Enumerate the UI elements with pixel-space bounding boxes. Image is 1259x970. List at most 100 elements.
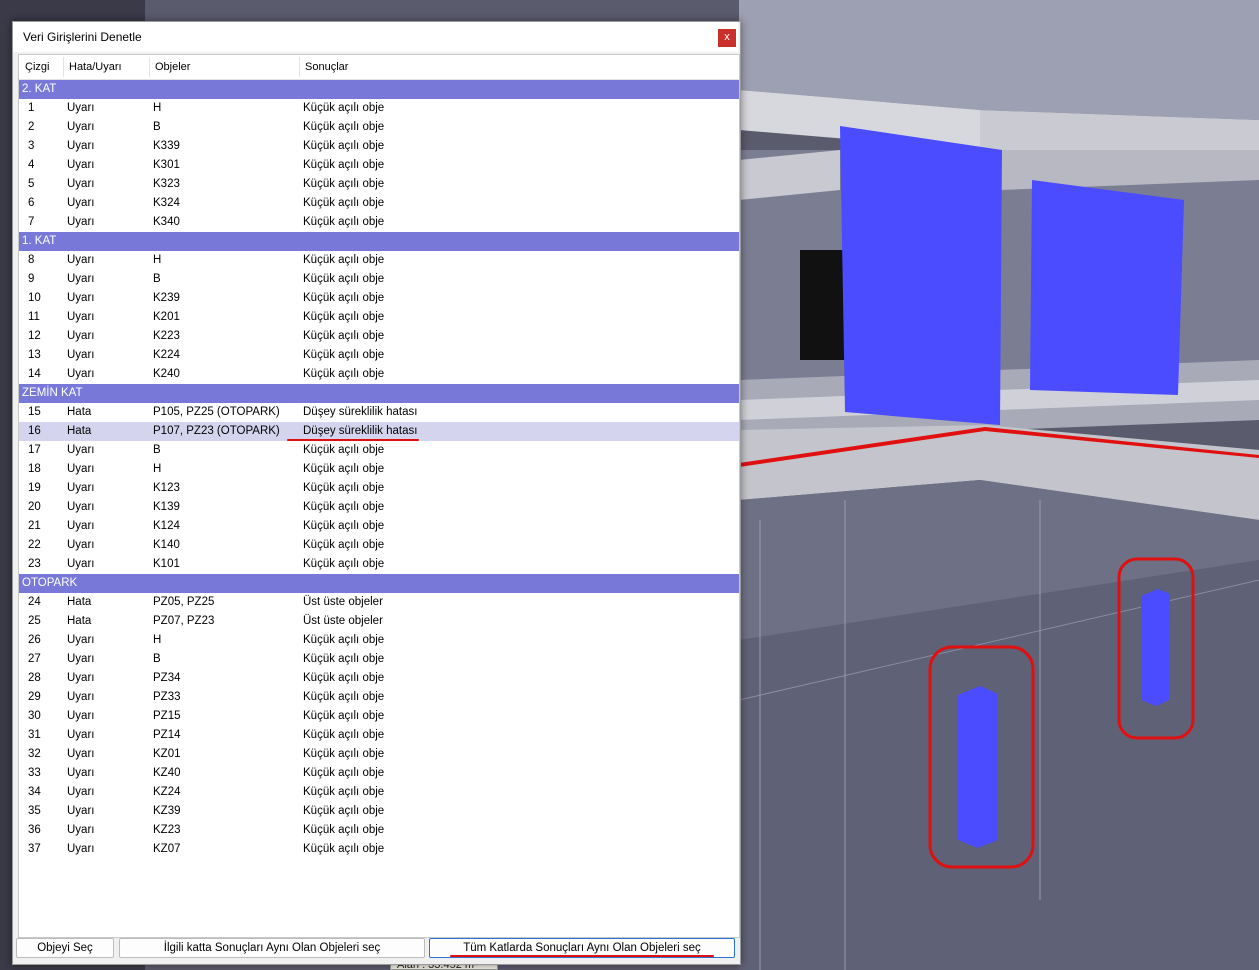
cell-objects: B <box>153 121 161 133</box>
cell-objects: K240 <box>153 368 180 380</box>
cell-result: Üst üste objeler <box>303 596 383 608</box>
table-row[interactable]: 4 Uyarı K301 Küçük açılı obje <box>19 156 739 175</box>
group-header[interactable]: 1. KAT <box>19 232 739 251</box>
table-row[interactable]: 12 Uyarı K223 Küçük açılı obje <box>19 327 739 346</box>
cell-objects: K201 <box>153 311 180 323</box>
cell-type: Uyarı <box>67 102 95 114</box>
cell-type: Uyarı <box>67 292 95 304</box>
cell-objects: H <box>153 634 162 646</box>
cell-type: Uyarı <box>67 330 95 342</box>
cell-result: Küçük açılı obje <box>303 159 385 171</box>
cell-objects: PZ14 <box>153 729 181 741</box>
cell-objects: K123 <box>153 482 180 494</box>
column-objects[interactable]: Objeler <box>155 61 190 73</box>
cell-result: Düşey süreklilik hatası <box>303 406 418 418</box>
cell-objects: K323 <box>153 178 180 190</box>
cell-objects: P105, PZ25 (OTOPARK) <box>153 406 280 418</box>
table-row[interactable]: 30 Uyarı PZ15 Küçük açılı obje <box>19 707 739 726</box>
cell-objects: H <box>153 254 162 266</box>
table-row[interactable]: 19 Uyarı K123 Küçük açılı obje <box>19 479 739 498</box>
table-row[interactable]: 18 Uyarı H Küçük açılı obje <box>19 460 739 479</box>
cell-objects: K101 <box>153 558 180 570</box>
table-row[interactable]: 37 Uyarı KZ07 Küçük açılı obje <box>19 840 739 859</box>
group-header[interactable]: OTOPARK <box>19 574 739 593</box>
table-row[interactable]: 13 Uyarı K224 Küçük açılı obje <box>19 346 739 365</box>
column-type[interactable]: Hata/Uyarı <box>69 61 122 73</box>
column-line[interactable]: Çizgi <box>25 61 49 73</box>
table-row[interactable]: 7 Uyarı K340 Küçük açılı obje <box>19 213 739 232</box>
table-row[interactable]: 35 Uyarı KZ39 Küçük açılı obje <box>19 802 739 821</box>
cell-objects: B <box>153 444 161 456</box>
cell-result: Küçük açılı obje <box>303 501 385 513</box>
cell-line: 24 <box>28 596 41 608</box>
table-row[interactable]: 32 Uyarı KZ01 Küçük açılı obje <box>19 745 739 764</box>
column-results[interactable]: Sonuçlar <box>305 61 348 73</box>
table-row[interactable]: 5 Uyarı K323 Küçük açılı obje <box>19 175 739 194</box>
cell-line: 15 <box>28 406 41 418</box>
table-row[interactable]: 26 Uyarı H Küçük açılı obje <box>19 631 739 650</box>
cell-result: Küçük açılı obje <box>303 463 385 475</box>
table-row[interactable]: 9 Uyarı B Küçük açılı obje <box>19 270 739 289</box>
table-row[interactable]: 6 Uyarı K324 Küçük açılı obje <box>19 194 739 213</box>
table-row[interactable]: 25 Hata PZ07, PZ23 Üst üste objeler <box>19 612 739 631</box>
table-row[interactable]: 29 Uyarı PZ33 Küçük açılı obje <box>19 688 739 707</box>
cell-result: Küçük açılı obje <box>303 311 385 323</box>
table-row[interactable]: 11 Uyarı K201 Küçük açılı obje <box>19 308 739 327</box>
cell-objects: K340 <box>153 216 180 228</box>
table-row[interactable]: 22 Uyarı K140 Küçük açılı obje <box>19 536 739 555</box>
cell-type: Uyarı <box>67 159 95 171</box>
table-row[interactable]: 2 Uyarı B Küçük açılı obje <box>19 118 739 137</box>
cell-result: Küçük açılı obje <box>303 691 385 703</box>
table-row[interactable]: 36 Uyarı KZ23 Küçük açılı obje <box>19 821 739 840</box>
cell-type: Hata <box>67 615 92 627</box>
cell-objects: K239 <box>153 292 180 304</box>
cell-result: Küçük açılı obje <box>303 273 385 285</box>
cell-type: Uyarı <box>67 140 95 152</box>
table-row[interactable]: 34 Uyarı KZ24 Küçük açılı obje <box>19 783 739 802</box>
cell-result: Küçük açılı obje <box>303 178 385 190</box>
cell-line: 19 <box>28 482 41 494</box>
table-row[interactable]: 3 Uyarı K339 Küçük açılı obje <box>19 137 739 156</box>
cell-line: 20 <box>28 501 41 513</box>
table-row[interactable]: 27 Uyarı B Küçük açılı obje <box>19 650 739 669</box>
table-row[interactable]: 20 Uyarı K139 Küçük açılı obje <box>19 498 739 517</box>
cell-objects: K224 <box>153 349 180 361</box>
table-row[interactable]: 21 Uyarı K124 Küçük açılı obje <box>19 517 739 536</box>
group-header[interactable]: 2. KAT <box>19 80 739 99</box>
table-row[interactable]: 14 Uyarı K240 Küçük açılı obje <box>19 365 739 384</box>
dialog-titlebar[interactable]: Veri Girişlerini Denetle x <box>13 22 738 52</box>
cell-line: 25 <box>28 615 41 627</box>
table-row[interactable]: 10 Uyarı K239 Küçük açılı obje <box>19 289 739 308</box>
table-row[interactable]: 24 Hata PZ05, PZ25 Üst üste objeler <box>19 593 739 612</box>
table-row[interactable]: 23 Uyarı K101 Küçük açılı obje <box>19 555 739 574</box>
table-row[interactable]: 31 Uyarı PZ14 Küçük açılı obje <box>19 726 739 745</box>
cell-line: 16 <box>28 425 41 437</box>
cell-line: 28 <box>28 672 41 684</box>
cell-line: 3 <box>28 140 35 152</box>
cell-line: 1 <box>28 102 35 114</box>
cell-result: Küçük açılı obje <box>303 729 385 741</box>
cell-type: Uyarı <box>67 805 95 817</box>
table-row[interactable]: 8 Uyarı H Küçük açılı obje <box>19 251 739 270</box>
close-button[interactable]: x <box>718 29 736 47</box>
select-object-button[interactable]: Objeyi Seç <box>16 938 114 958</box>
table-row[interactable]: 28 Uyarı PZ34 Küçük açılı obje <box>19 669 739 688</box>
cell-type: Uyarı <box>67 843 95 855</box>
table-row[interactable]: 17 Uyarı B Küçük açılı obje <box>19 441 739 460</box>
table-row[interactable]: 15 Hata P105, PZ25 (OTOPARK) Düşey süreklil… <box>19 403 739 422</box>
table-row[interactable]: 33 Uyarı KZ40 Küçük açılı obje <box>19 764 739 783</box>
group-header[interactable]: ZEMİN KAT <box>19 384 739 403</box>
cell-result: Küçük açılı obje <box>303 710 385 722</box>
cell-type: Uyarı <box>67 349 95 361</box>
cell-type: Uyarı <box>67 463 95 475</box>
cell-line: 14 <box>28 368 41 380</box>
select-same-on-floor-button[interactable]: İlgili katta Sonuçları Aynı Olan Objeler… <box>119 938 425 958</box>
cell-line: 30 <box>28 710 41 722</box>
table-row[interactable]: 1 Uyarı H Küçük açılı obje <box>19 99 739 118</box>
cell-objects: PZ33 <box>153 691 181 703</box>
cell-objects: KZ23 <box>153 824 181 836</box>
cell-type: Uyarı <box>67 672 95 684</box>
cell-type: Uyarı <box>67 482 95 494</box>
cell-line: 36 <box>28 824 41 836</box>
results-list[interactable]: Çizgi Hata/Uyarı Objeler Sonuçlar 2. KAT… <box>18 54 740 938</box>
